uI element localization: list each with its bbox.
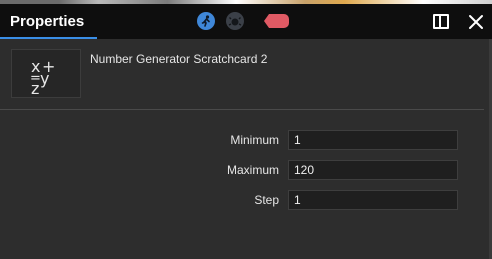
close-icon[interactable]	[466, 12, 486, 32]
properties-tab[interactable]: Properties	[0, 4, 97, 39]
maximum-label: Maximum	[226, 163, 279, 177]
maximum-row: Maximum	[0, 160, 492, 180]
section-divider	[0, 109, 484, 110]
node-name: Number Generator Scratchcard 2	[90, 52, 268, 66]
properties-panel: x + = y z Number Generator Scratchcard 2…	[0, 39, 492, 259]
stop-icon[interactable]	[260, 13, 290, 29]
minimum-field[interactable]	[288, 130, 458, 150]
step-row: Step	[0, 190, 492, 210]
svg-text:z: z	[31, 79, 39, 98]
panel-titlebar: Properties	[0, 4, 492, 39]
step-field[interactable]	[288, 190, 458, 210]
split-layout-icon[interactable]	[433, 14, 449, 29]
minimum-label: Minimum	[230, 133, 279, 147]
step-label: Step	[254, 193, 279, 207]
run-icon[interactable]	[197, 12, 215, 30]
panel-title: Properties	[10, 13, 85, 30]
debug-icon[interactable]	[226, 12, 244, 30]
minimum-row: Minimum	[0, 130, 492, 150]
svg-text:y: y	[40, 69, 49, 88]
maximum-field[interactable]	[288, 160, 458, 180]
formula-icon: x + = y z	[11, 49, 81, 98]
